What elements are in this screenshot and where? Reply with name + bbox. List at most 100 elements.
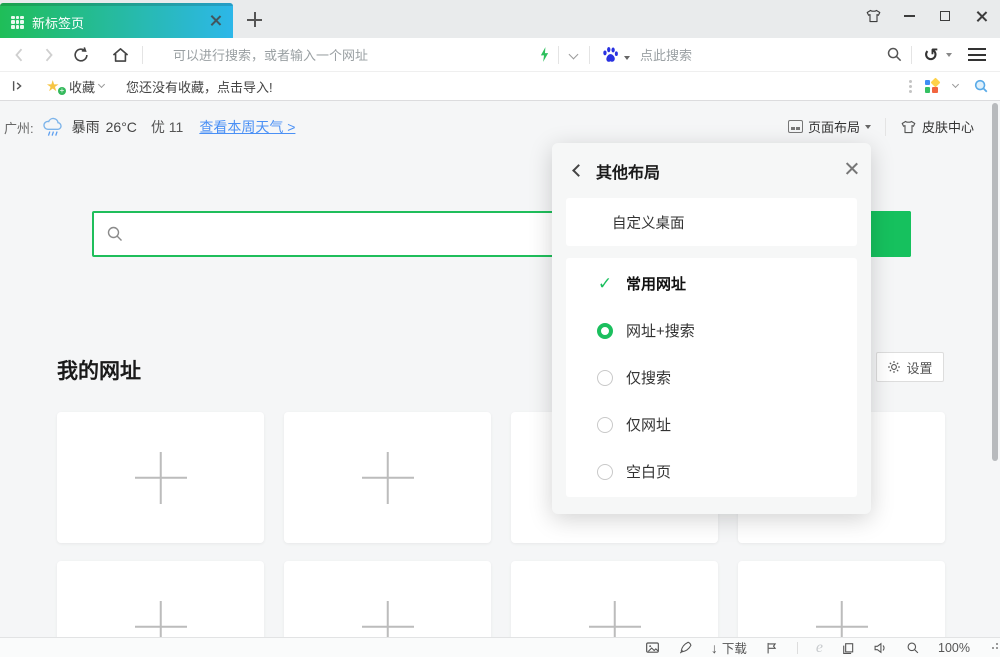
- tab-bar: 新标签页: [0, 0, 1000, 38]
- popup-header: 其他布局: [552, 143, 871, 198]
- navigation-toolbar: 可以进行搜索，或者输入一个网址 点此搜索 ↺: [0, 38, 1000, 72]
- boost-button[interactable]: [678, 640, 693, 655]
- skin-center-button[interactable]: 皮肤中心: [900, 117, 974, 136]
- window-icon: [841, 641, 855, 655]
- window-controls: [862, 6, 992, 26]
- media-button[interactable]: [645, 641, 660, 655]
- close-window-button[interactable]: [970, 6, 992, 26]
- plus-icon: [247, 12, 262, 27]
- settings-button[interactable]: 设置: [876, 352, 944, 382]
- find-button[interactable]: [877, 41, 911, 69]
- layout-option-blank-page[interactable]: 空白页: [566, 448, 857, 495]
- minimize-button[interactable]: [898, 6, 920, 26]
- add-site-tile[interactable]: [57, 412, 264, 543]
- download-button[interactable]: ↓ 下载: [711, 638, 747, 657]
- mute-button[interactable]: [873, 641, 888, 655]
- bookmarks-empty-hint[interactable]: 您还没有收藏，点击导入!: [126, 77, 273, 96]
- restore-tab-button[interactable]: ↺: [916, 41, 946, 69]
- restore-window-button[interactable]: [841, 641, 855, 655]
- status-bar: ↓ 下载 e 100%: [0, 637, 1000, 657]
- rocket-icon: [678, 640, 693, 655]
- radio-icon: [597, 464, 613, 480]
- bookmarks-bar: ★ + 收藏 您还没有收藏，点击导入!: [0, 72, 1000, 101]
- add-tile-icon: [135, 452, 187, 504]
- forward-button[interactable]: [34, 41, 64, 69]
- feedback-button[interactable]: [765, 641, 779, 655]
- star-plus-badge: +: [58, 87, 66, 95]
- newtab-grid-icon: [11, 16, 24, 29]
- shirt-icon: [900, 120, 917, 134]
- favorites-label[interactable]: 收藏: [69, 77, 95, 96]
- theme-shirt-button[interactable]: [862, 6, 884, 26]
- chevron-down-icon: [951, 81, 958, 88]
- add-site-tile[interactable]: [511, 561, 718, 637]
- download-icon: ↓: [711, 641, 718, 655]
- scrollbar-thumb[interactable]: [992, 103, 998, 461]
- weather-temperature: 26°C: [106, 119, 137, 135]
- add-site-tile[interactable]: [284, 412, 491, 543]
- popup-close-button[interactable]: [846, 161, 857, 179]
- more-options-button[interactable]: [902, 72, 918, 100]
- search-hint[interactable]: 点此搜索: [640, 45, 692, 64]
- page-layout-label: 页面布局: [808, 117, 860, 136]
- image-icon: [645, 641, 660, 655]
- apps-grid-icon: [925, 80, 938, 93]
- apps-dropdown-button[interactable]: [944, 72, 966, 100]
- page-layout-button[interactable]: 页面布局: [788, 117, 871, 136]
- zoom-level[interactable]: 100%: [938, 641, 970, 655]
- search-engine-button[interactable]: [594, 41, 628, 69]
- layout-dropdown-icon: [865, 125, 871, 129]
- chevron-down-icon[interactable]: [98, 81, 105, 88]
- apps-button[interactable]: [918, 72, 944, 100]
- gear-icon: [887, 360, 901, 374]
- weather-air-quality: 优 11: [151, 117, 183, 137]
- engine-dropdown-icon[interactable]: [624, 56, 630, 60]
- my-sites-title: 我的网址: [57, 355, 141, 385]
- home-icon: [111, 46, 130, 63]
- layout-option-common-sites[interactable]: ✓ 常用网址: [566, 260, 857, 307]
- home-button[interactable]: [98, 41, 142, 69]
- layout-option-sites-and-search[interactable]: 网址+搜索: [566, 307, 857, 354]
- download-label: 下载: [722, 638, 747, 657]
- browser-window: 新标签页 可以进行搜索，或者输入一个网址: [0, 0, 1000, 657]
- refresh-button[interactable]: [64, 41, 98, 69]
- add-tile-icon: [362, 601, 414, 638]
- custom-desktop-label: 自定义桌面: [612, 212, 685, 233]
- custom-desktop-option[interactable]: 自定义桌面: [566, 198, 857, 246]
- zoom-icon: [906, 641, 920, 655]
- address-bar-input[interactable]: 可以进行搜索，或者输入一个网址: [173, 45, 532, 64]
- new-tab-button[interactable]: [247, 12, 262, 32]
- layout-option-sites-only[interactable]: 仅网址: [566, 401, 857, 448]
- back-icon: [14, 47, 24, 63]
- add-site-tile[interactable]: [738, 561, 945, 637]
- add-site-tile[interactable]: [57, 561, 264, 637]
- back-button[interactable]: [4, 41, 34, 69]
- search-icon: [886, 46, 903, 63]
- quick-access-button[interactable]: [532, 41, 558, 69]
- layout-options-list: ✓ 常用网址 网址+搜索 仅搜索 仅网址 空白页: [566, 258, 857, 497]
- close-icon: [846, 163, 857, 174]
- main-menu-button[interactable]: [960, 41, 994, 69]
- weather-forecast-link[interactable]: 查看本周天气 >: [199, 117, 295, 137]
- other-layouts-popup: 其他布局 自定义桌面 ✓ 常用网址 网址+搜索 仅搜索 仅网址: [552, 143, 871, 514]
- back-icon[interactable]: [572, 164, 585, 177]
- resize-grip-icon[interactable]: [992, 647, 994, 649]
- close-icon: [210, 15, 221, 26]
- favorites-button[interactable]: ★ +: [46, 78, 63, 94]
- add-site-tile[interactable]: [284, 561, 491, 637]
- tab-new-page[interactable]: 新标签页: [0, 3, 233, 38]
- add-tile-icon: [362, 452, 414, 504]
- maximize-button[interactable]: [934, 6, 956, 26]
- ie-icon: e: [816, 640, 823, 656]
- blue-magnifier-icon: [973, 78, 989, 94]
- layout-option-search-only[interactable]: 仅搜索: [566, 354, 857, 401]
- add-tile-icon: [135, 601, 187, 638]
- rain-cloud-icon: [42, 117, 64, 137]
- tab-close-button[interactable]: [210, 13, 221, 31]
- address-dropdown-button[interactable]: [559, 41, 589, 69]
- ie-mode-button[interactable]: e: [816, 640, 823, 656]
- zoom-button[interactable]: [906, 641, 920, 655]
- sidebar-toggle-button[interactable]: [0, 72, 36, 100]
- screenshot-button[interactable]: [966, 72, 996, 100]
- restore-dropdown-icon[interactable]: [946, 53, 952, 57]
